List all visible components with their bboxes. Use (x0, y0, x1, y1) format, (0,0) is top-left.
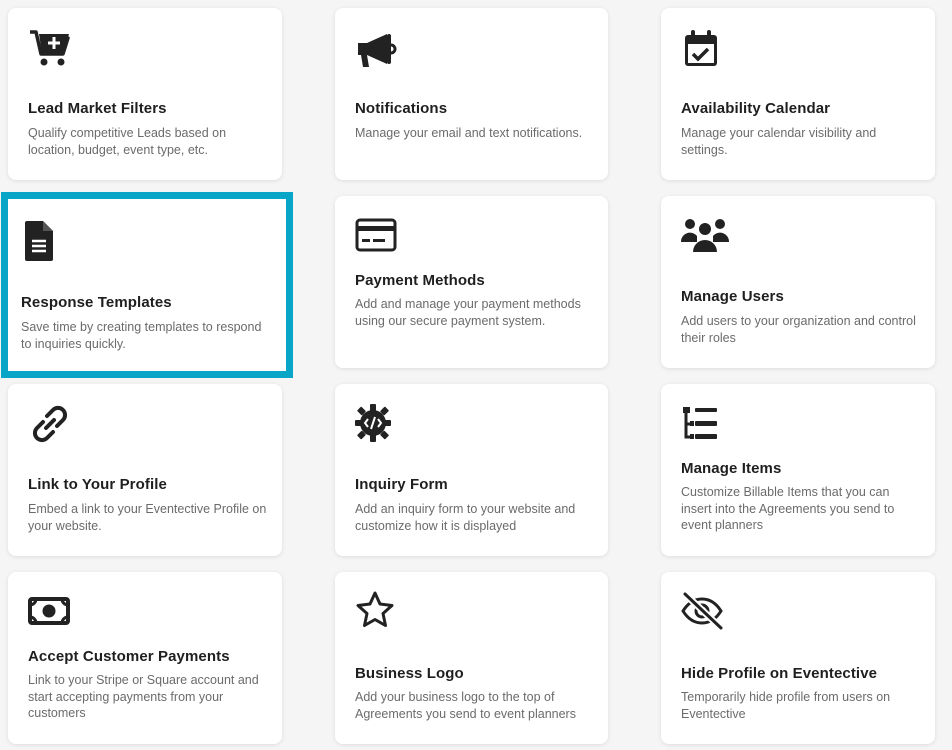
card-notifications[interactable]: Notifications Manage your email and text… (335, 8, 608, 180)
card-description: Add users to your organization and contr… (681, 314, 916, 345)
card-accept-customer-payments[interactable]: Accept Customer Payments Link to your St… (8, 572, 282, 744)
star-icon (355, 590, 399, 634)
card-title: Lead Market Filters (28, 100, 167, 117)
card-description: Temporarily hide profile from users on E… (681, 690, 891, 721)
card-title: Manage Users (681, 288, 784, 305)
card-title: Accept Customer Payments (28, 648, 230, 665)
card-description: Link to your Stripe or Square account an… (28, 673, 259, 720)
money-bill-icon (28, 590, 72, 634)
megaphone-icon (355, 28, 399, 72)
card-title: Business Logo (355, 665, 464, 682)
card-description: Save time by creating templates to respo… (21, 320, 262, 351)
card-description: Manage your email and text notifications… (355, 126, 583, 140)
card-description: Qualify competitive Leads based on locat… (28, 126, 227, 157)
card-link-to-profile[interactable]: Link to Your Profile Embed a link to you… (8, 384, 282, 556)
link-icon (28, 402, 72, 446)
card-title: Inquiry Form (355, 476, 448, 493)
card-payment-methods[interactable]: Payment Methods Add and manage your paym… (335, 196, 608, 368)
card-description: Add your business logo to the top of Agr… (355, 690, 576, 721)
list-tree-icon (681, 402, 725, 446)
card-title: Manage Items (681, 460, 782, 477)
card-description: Add an inquiry form to your website and … (355, 502, 576, 533)
card-title: Response Templates (21, 294, 172, 311)
card-description: Embed a link to your Eventective Profile… (28, 502, 267, 533)
card-description: Manage your calendar visibility and sett… (681, 126, 877, 157)
card-manage-users[interactable]: Manage Users Add users to your organizat… (661, 196, 935, 368)
card-business-logo[interactable]: Business Logo Add your business logo to … (335, 572, 608, 744)
card-lead-market-filters[interactable]: Lead Market Filters Qualify competitive … (8, 8, 282, 180)
document-icon (21, 219, 65, 263)
card-title: Link to Your Profile (28, 476, 167, 493)
card-hide-profile[interactable]: Hide Profile on Eventective Temporarily … (661, 572, 935, 744)
card-title: Payment Methods (355, 272, 485, 289)
card-inquiry-form[interactable]: Inquiry Form Add an inquiry form to your… (335, 384, 608, 556)
card-response-templates[interactable]: Response Templates Save time by creating… (1, 192, 293, 378)
credit-card-icon (355, 214, 399, 258)
card-title: Hide Profile on Eventective (681, 665, 878, 682)
cart-plus-icon (28, 28, 72, 72)
users-icon (681, 214, 729, 258)
card-manage-items[interactable]: Manage Items Customize Billable Items th… (661, 384, 935, 556)
code-gear-icon (355, 402, 399, 446)
eye-slash-icon (681, 590, 725, 634)
card-title: Availability Calendar (681, 100, 831, 117)
card-description: Add and manage your payment methods usin… (355, 297, 581, 328)
card-description: Customize Billable Items that you can in… (681, 485, 895, 532)
card-availability-calendar[interactable]: Availability Calendar Manage your calend… (661, 8, 935, 180)
calendar-check-icon (681, 28, 725, 72)
card-title: Notifications (355, 100, 448, 117)
